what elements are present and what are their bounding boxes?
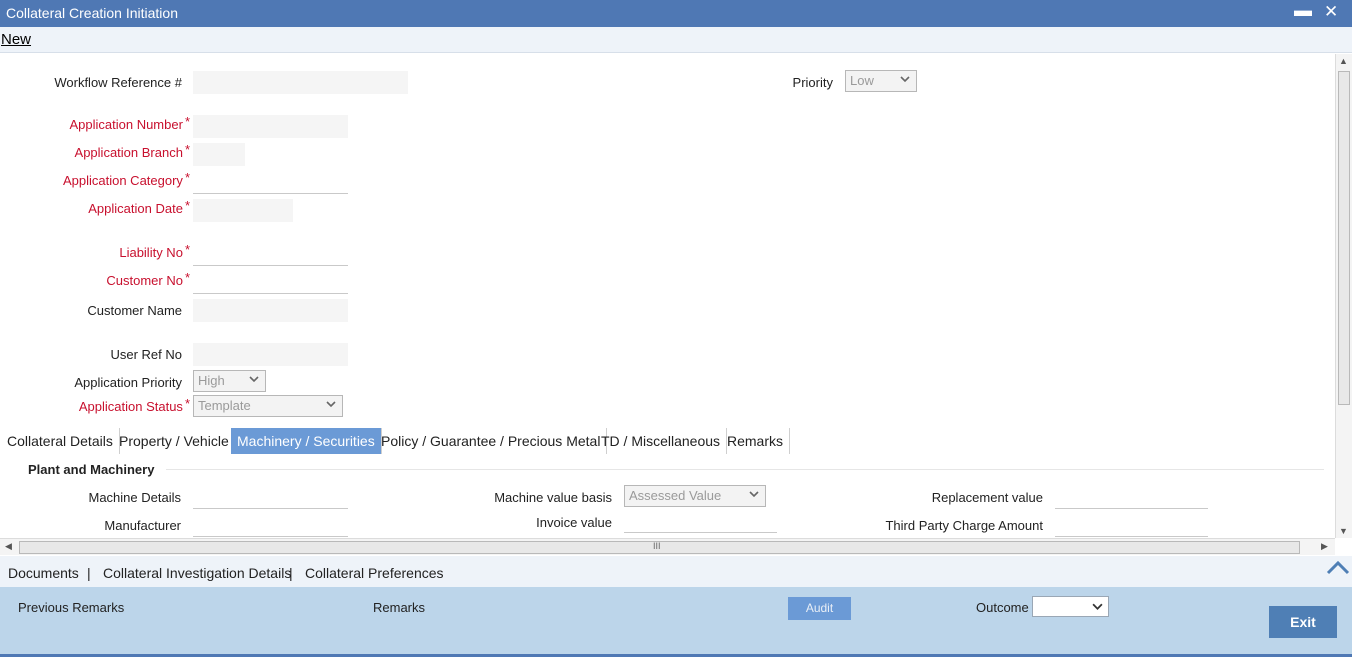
application-category-label: Application Category *: [20, 170, 190, 188]
application-category-label-text: Application Category: [62, 173, 183, 188]
application-date-field[interactable]: [193, 199, 293, 222]
window-title: Collateral Creation Initiation: [6, 5, 178, 21]
scroll-up-icon[interactable]: ▲: [1339, 56, 1348, 66]
machine-details-label: Machine Details: [88, 490, 182, 505]
tab-policy-guarantee[interactable]: Policy / Guarantee / Precious Metal: [375, 428, 608, 454]
required-marker: *: [184, 242, 190, 257]
tab-remarks[interactable]: Remarks: [721, 428, 791, 454]
remarks-link[interactable]: Remarks: [373, 600, 425, 615]
link-separator: |: [87, 565, 91, 581]
scroll-down-icon[interactable]: ▼: [1339, 526, 1348, 536]
application-priority-select[interactable]: High: [193, 370, 266, 392]
tab-bar: Collateral Details Property / Vehicle Ma…: [0, 428, 1335, 454]
workflow-ref-label: Workflow Reference #: [54, 75, 182, 90]
documents-link[interactable]: Documents: [8, 565, 79, 581]
link-separator: |: [289, 565, 293, 581]
audit-button[interactable]: Audit: [788, 597, 851, 620]
previous-remarks-link[interactable]: Previous Remarks: [18, 600, 124, 615]
tab-collateral-details[interactable]: Collateral Details: [1, 428, 120, 454]
invoice-value-label: Invoice value: [536, 515, 612, 530]
collateral-preferences-link[interactable]: Collateral Preferences: [305, 565, 444, 581]
third-party-charge-label: Third Party Charge Amount: [885, 518, 1043, 533]
outcome-label: Outcome: [976, 600, 1029, 615]
application-status-label-text: Application Status: [78, 399, 183, 414]
new-link[interactable]: New: [1, 31, 31, 48]
section-title: Plant and Machinery: [28, 462, 155, 477]
links-bar: Documents | Collateral Investigation Det…: [0, 556, 1352, 587]
footer-bar: Previous Remarks Remarks Audit Outcome E…: [0, 587, 1352, 657]
scroll-left-icon[interactable]: ◀: [5, 541, 12, 552]
user-ref-no-label: User Ref No: [110, 347, 182, 362]
liability-no-label: Liability No *: [20, 242, 190, 260]
priority-value: Low: [850, 73, 874, 88]
customer-name-field[interactable]: [193, 299, 348, 322]
minimize-icon[interactable]: ▬: [1294, 0, 1312, 21]
outcome-select[interactable]: [1032, 596, 1109, 617]
machine-details-field[interactable]: [193, 486, 348, 509]
close-icon[interactable]: ✕: [1324, 2, 1338, 22]
customer-no-field[interactable]: [193, 271, 348, 294]
application-date-label: Application Date *: [20, 198, 190, 216]
application-number-label-text: Application Number: [69, 117, 183, 132]
tab-machinery-securities[interactable]: Machinery / Securities: [231, 428, 382, 454]
machine-value-basis-select[interactable]: Assessed Value: [624, 485, 766, 507]
third-party-charge-field[interactable]: [1055, 514, 1208, 537]
chevron-down-icon: [249, 376, 259, 383]
application-priority-label: Application Priority: [74, 375, 182, 390]
collateral-investigation-link[interactable]: Collateral Investigation Details: [103, 565, 291, 581]
priority-label: Priority: [792, 75, 833, 90]
chevron-up-icon[interactable]: [1326, 558, 1350, 576]
priority-select[interactable]: Low: [845, 70, 917, 92]
customer-no-label-text: Customer No: [106, 273, 183, 288]
window-titlebar: Collateral Creation Initiation ▬ ✕: [0, 0, 1352, 27]
scroll-grip-icon: III: [653, 541, 661, 551]
chevron-down-icon: [1092, 603, 1103, 610]
chevron-down-icon: [749, 491, 759, 498]
workflow-ref-field[interactable]: [193, 71, 408, 94]
application-status-select[interactable]: Template: [193, 395, 343, 417]
application-branch-label: Application Branch *: [20, 142, 190, 160]
application-number-field[interactable]: [193, 115, 348, 138]
required-marker: *: [184, 198, 190, 213]
required-marker: *: [184, 396, 190, 411]
customer-name-label: Customer Name: [87, 303, 182, 318]
required-marker: *: [184, 270, 190, 285]
user-ref-no-field[interactable]: [193, 343, 348, 366]
replacement-value-label: Replacement value: [931, 490, 1043, 505]
application-branch-label-text: Application Branch: [74, 145, 183, 160]
application-branch-field[interactable]: [193, 143, 245, 166]
manufacturer-field[interactable]: [193, 514, 348, 537]
application-date-label-text: Application Date: [88, 201, 183, 216]
replacement-value-field[interactable]: [1055, 486, 1208, 509]
liability-no-label-text: Liability No: [119, 245, 183, 260]
machine-value-basis-value: Assessed Value: [629, 488, 722, 503]
invoice-value-field[interactable]: [624, 510, 777, 533]
customer-no-label: Customer No *: [20, 270, 190, 288]
horizontal-scroll-thumb[interactable]: III: [19, 541, 1300, 554]
section-divider: [166, 469, 1324, 470]
application-priority-value: High: [198, 373, 225, 388]
chevron-down-icon: [900, 76, 910, 83]
liability-no-field[interactable]: [193, 243, 348, 266]
application-number-label: Application Number *: [20, 114, 190, 132]
required-marker: *: [184, 114, 190, 129]
vertical-scroll-thumb[interactable]: [1338, 71, 1350, 405]
application-status-label: Application Status *: [20, 396, 190, 414]
required-marker: *: [184, 142, 190, 157]
chevron-down-icon: [326, 401, 336, 408]
menu-bar: New: [0, 27, 1352, 53]
vertical-scrollbar[interactable]: ▲ ▼: [1335, 54, 1352, 538]
machine-value-basis-label: Machine value basis: [494, 490, 612, 505]
form-content: Workflow Reference # Priority Low Applic…: [0, 54, 1335, 538]
tab-property-vehicle[interactable]: Property / Vehicle: [113, 428, 236, 454]
manufacturer-label: Manufacturer: [104, 518, 181, 533]
scroll-right-icon[interactable]: ▶: [1321, 541, 1328, 552]
application-status-value: Template: [198, 398, 251, 413]
required-marker: *: [184, 170, 190, 185]
tab-td-miscellaneous[interactable]: TD / Miscellaneous: [595, 428, 728, 454]
horizontal-scrollbar[interactable]: ◀ III ▶: [0, 538, 1335, 555]
application-category-field[interactable]: [193, 171, 348, 194]
exit-button[interactable]: Exit: [1269, 606, 1337, 638]
